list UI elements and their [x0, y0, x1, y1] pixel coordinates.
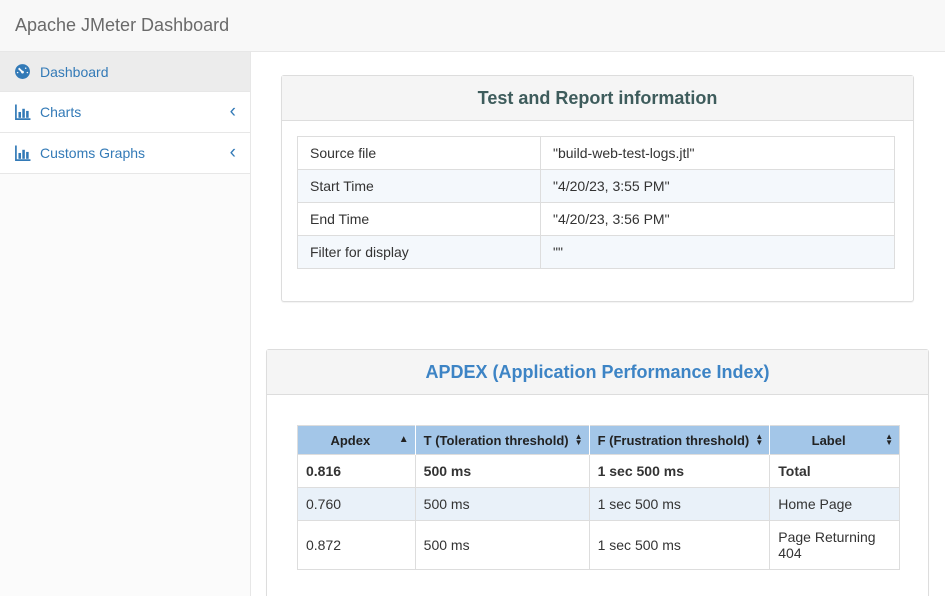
- sidebar-item-label: Customs Graphs: [40, 145, 145, 161]
- sidebar-item-label: Charts: [40, 104, 81, 120]
- cell-label: Total: [770, 455, 900, 488]
- table-row: End Time "4/20/23, 3:56 PM": [298, 203, 895, 236]
- top-navbar: Apache JMeter Dashboard: [0, 0, 945, 52]
- column-header-label[interactable]: Label ▲▼: [770, 426, 900, 455]
- panel-title: Test and Report information: [478, 88, 718, 108]
- tachometer-icon: [14, 63, 31, 80]
- cell-apdex: 0.872: [298, 521, 416, 570]
- info-label: End Time: [298, 203, 541, 236]
- cell-toleration: 500 ms: [415, 455, 589, 488]
- info-value: "": [541, 236, 895, 269]
- sidebar: Dashboard Charts ‹: [0, 52, 251, 596]
- info-label: Start Time: [298, 170, 541, 203]
- panel-body: Apdex ▲ T (Toleration threshold) ▲▼: [267, 395, 928, 596]
- column-header-toleration[interactable]: T (Toleration threshold) ▲▼: [415, 426, 589, 455]
- bar-chart-icon: [14, 145, 31, 162]
- sidebar-item-dashboard[interactable]: Dashboard: [0, 52, 250, 92]
- panel-title: APDEX (Application Performance Index): [425, 362, 769, 382]
- panel-heading: Test and Report information: [282, 76, 913, 121]
- cell-frustration: 1 sec 500 ms: [589, 488, 770, 521]
- sidebar-item-charts[interactable]: Charts ‹: [0, 92, 250, 133]
- cell-toleration: 500 ms: [415, 521, 589, 570]
- panel-body: Source file "build-web-test-logs.jtl" St…: [282, 121, 913, 301]
- column-header-apdex[interactable]: Apdex ▲: [298, 426, 416, 455]
- table-row: Start Time "4/20/23, 3:55 PM": [298, 170, 895, 203]
- test-report-info-panel: Test and Report information Source file …: [281, 75, 914, 302]
- sort-icon: ▲▼: [755, 434, 763, 446]
- table-row: 0.872 500 ms 1 sec 500 ms Page Returning…: [298, 521, 900, 570]
- table-row-total: 0.816 500 ms 1 sec 500 ms Total: [298, 455, 900, 488]
- panel-heading: APDEX (Application Performance Index): [267, 350, 928, 395]
- info-value: "4/20/23, 3:55 PM": [541, 170, 895, 203]
- test-report-info-table: Source file "build-web-test-logs.jtl" St…: [297, 136, 895, 269]
- cell-frustration: 1 sec 500 ms: [589, 521, 770, 570]
- angle-left-icon: ‹: [230, 105, 236, 119]
- cell-apdex: 0.760: [298, 488, 416, 521]
- cell-label: Home Page: [770, 488, 900, 521]
- apdex-table: Apdex ▲ T (Toleration threshold) ▲▼: [297, 425, 900, 570]
- cell-toleration: 500 ms: [415, 488, 589, 521]
- table-header-row: Apdex ▲ T (Toleration threshold) ▲▼: [298, 426, 900, 455]
- sidebar-item-label: Dashboard: [40, 64, 109, 80]
- sort-icon: ▲▼: [575, 434, 583, 446]
- info-value: "build-web-test-logs.jtl": [541, 137, 895, 170]
- angle-left-icon: ‹: [230, 146, 236, 160]
- info-value: "4/20/23, 3:56 PM": [541, 203, 895, 236]
- cell-label: Page Returning 404: [770, 521, 900, 570]
- cell-apdex: 0.816: [298, 455, 416, 488]
- table-row: Source file "build-web-test-logs.jtl": [298, 137, 895, 170]
- sort-asc-icon: ▲: [399, 435, 409, 445]
- column-header-frustration[interactable]: F (Frustration threshold) ▲▼: [589, 426, 770, 455]
- main-content: Test and Report information Source file …: [251, 52, 945, 596]
- apdex-panel: APDEX (Application Performance Index) Ap…: [266, 349, 929, 596]
- bar-chart-icon: [14, 104, 31, 121]
- table-row: Filter for display "": [298, 236, 895, 269]
- app-title: Apache JMeter Dashboard: [15, 15, 229, 36]
- info-label: Source file: [298, 137, 541, 170]
- cell-frustration: 1 sec 500 ms: [589, 455, 770, 488]
- table-row: 0.760 500 ms 1 sec 500 ms Home Page: [298, 488, 900, 521]
- sort-icon: ▲▼: [885, 434, 893, 446]
- info-label: Filter for display: [298, 236, 541, 269]
- sidebar-item-customs-graphs[interactable]: Customs Graphs ‹: [0, 133, 250, 174]
